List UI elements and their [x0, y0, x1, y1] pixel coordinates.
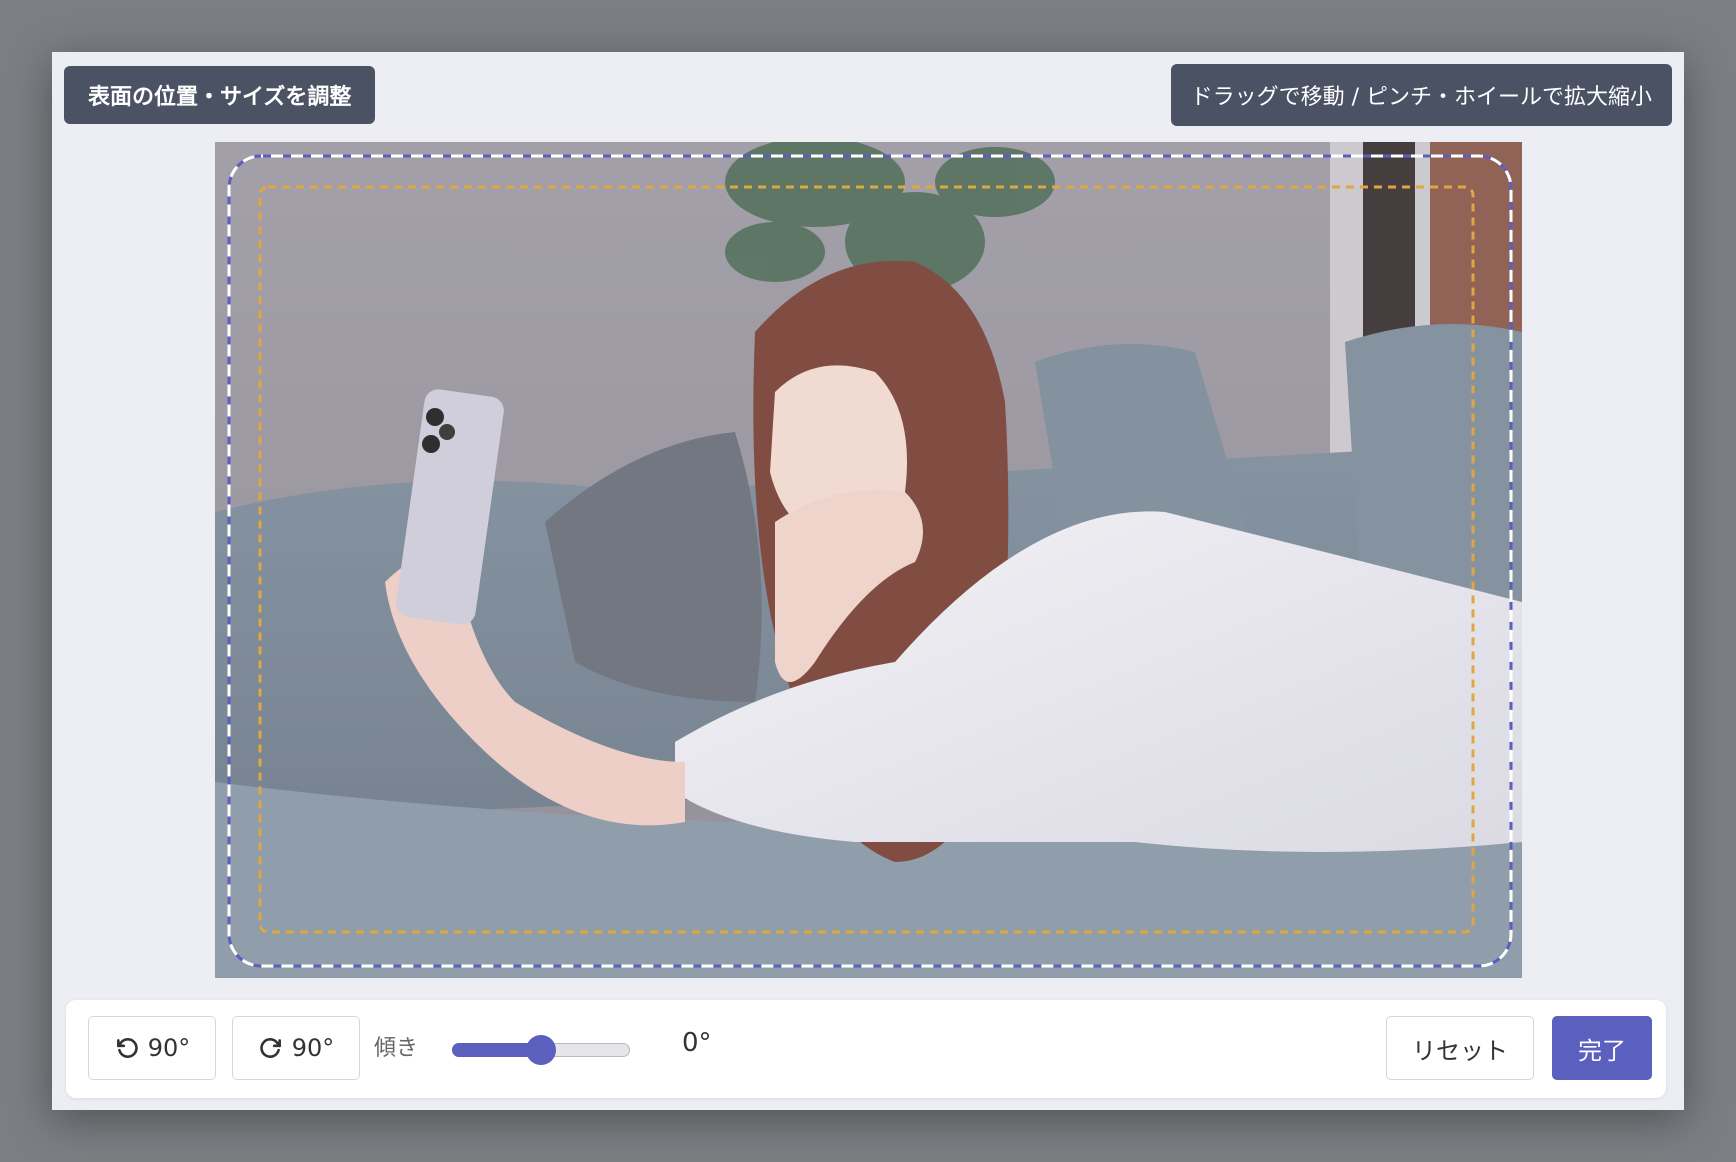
- rotate-right-button[interactable]: 90°: [232, 1016, 360, 1080]
- reset-button[interactable]: リセット: [1386, 1016, 1534, 1080]
- rotate-cw-icon: [259, 1038, 281, 1058]
- tilt-slider[interactable]: [452, 1034, 632, 1065]
- page-title: 表面の位置・サイズを調整: [64, 66, 376, 124]
- rotate-ccw-icon: [116, 1038, 138, 1058]
- done-button[interactable]: 完了: [1552, 1016, 1652, 1080]
- photo-illustration: [215, 142, 1522, 978]
- rotate-left-label: 90°: [147, 1034, 191, 1062]
- tilt-value: 0°: [682, 1028, 712, 1058]
- rotate-right-label: 90°: [291, 1034, 335, 1062]
- usage-hint: ドラッグで移動 / ピンチ・ホイールで拡大縮小: [1170, 64, 1672, 126]
- photo-canvas[interactable]: [215, 142, 1522, 978]
- page-title-text: 表面の位置・サイズを調整: [88, 85, 352, 110]
- usage-hint-text: ドラッグで移動 / ピンチ・ホイールで拡大縮小: [1190, 85, 1652, 110]
- rotate-left-button[interactable]: 90°: [88, 1016, 216, 1080]
- tilt-label: 傾き: [374, 1036, 419, 1061]
- bottom-toolbar: 90° 90° 傾き 0° リセット 完了: [66, 1000, 1666, 1098]
- done-button-label: 完了: [1578, 1036, 1626, 1065]
- reset-button-label: リセット: [1412, 1036, 1508, 1065]
- crop-dialog: 表面の位置・サイズを調整 ドラッグで移動 / ピンチ・ホイールで拡大縮小 90°…: [52, 52, 1684, 1110]
- tilt-slider-thumb[interactable]: [526, 1035, 556, 1065]
